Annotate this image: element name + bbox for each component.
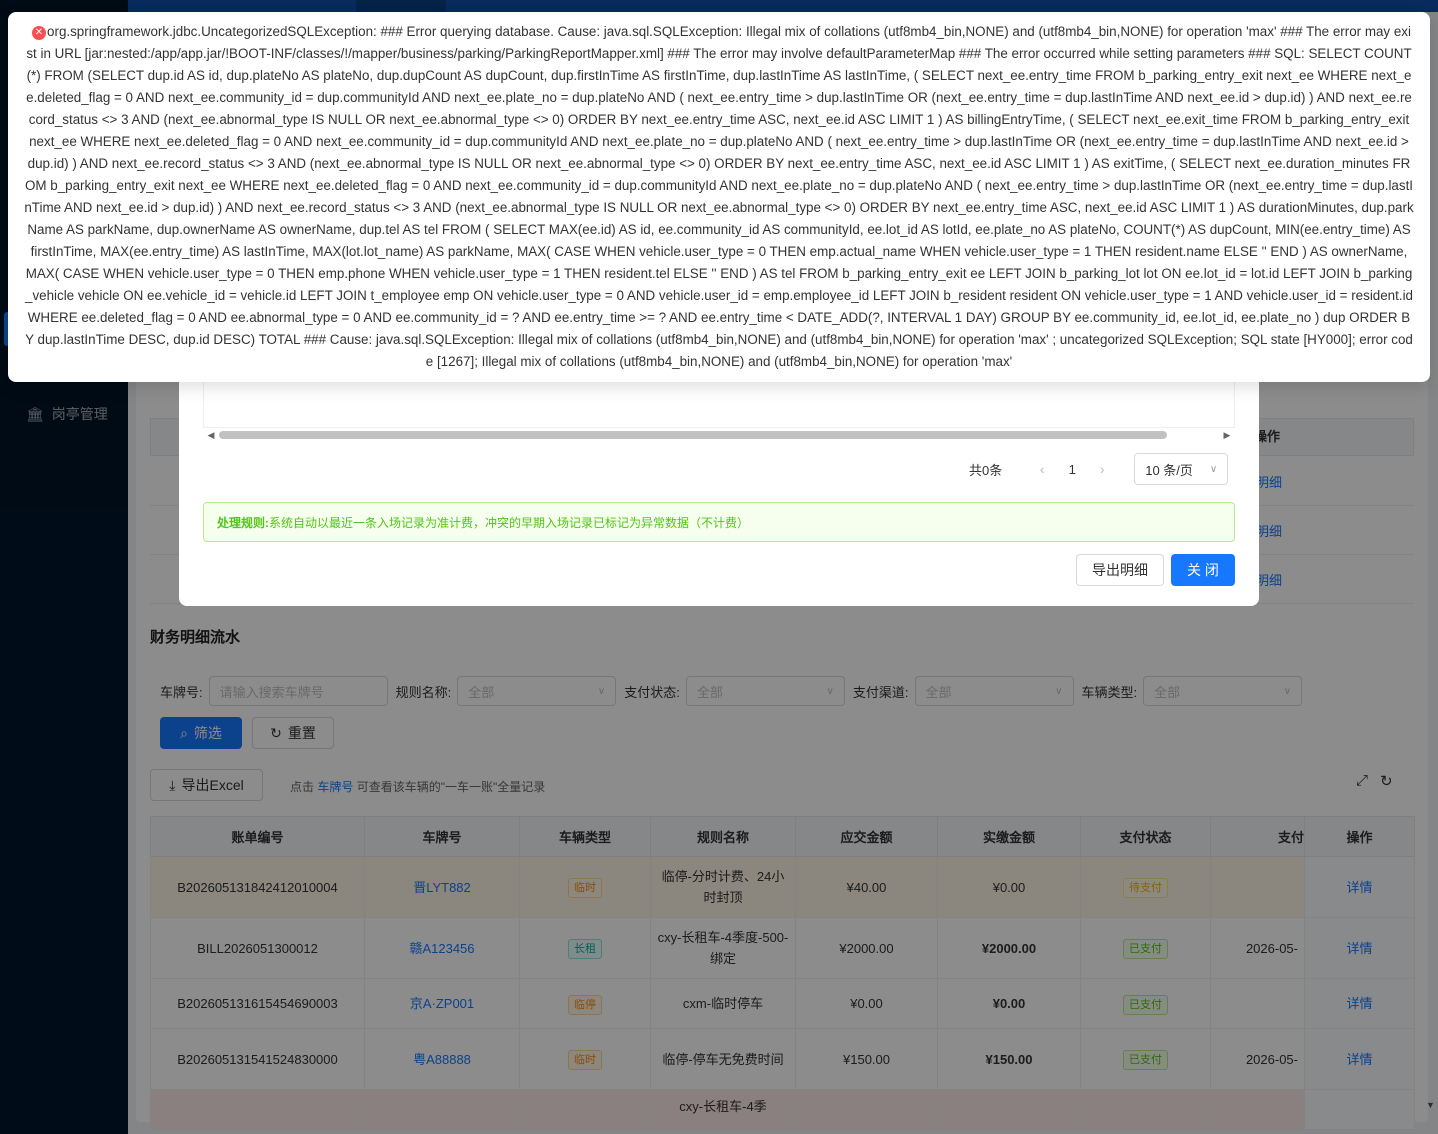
rule-notice: 处理规则: 系统自动以最近一条入场记录为准计费，冲突的早期入场记录已标记为异常数… [203, 502, 1235, 542]
page-number[interactable]: 1 [1058, 462, 1086, 477]
prev-page-icon[interactable]: ‹ [1026, 461, 1058, 477]
pagination: 共0条 ‹ 1 › 10 条/页 ∨ [969, 453, 1229, 485]
page-size-value: 10 条/页 [1145, 462, 1193, 478]
rule-notice-text: 系统自动以最近一条入场记录为准计费，冲突的早期入场记录已标记为异常数据（不计费） [269, 515, 750, 530]
page-size-select[interactable]: 10 条/页 ∨ [1134, 453, 1229, 485]
pagination-total: 共0条 [969, 462, 1003, 478]
export-detail-label: 导出明细 [1092, 562, 1148, 578]
close-button[interactable]: 关 闭 [1171, 554, 1235, 586]
error-message-toast: ✕ org.springframework.jdbc.Uncategorized… [8, 12, 1430, 382]
next-page-icon[interactable]: › [1086, 461, 1118, 477]
error-close-circle-icon: ✕ [32, 26, 46, 40]
chevron-down-icon: ∨ [1209, 463, 1218, 475]
modal-table-body [203, 380, 1235, 428]
scroll-right-arrow[interactable]: ▶ [1219, 430, 1235, 441]
error-message-text: org.springframework.jdbc.UncategorizedSQ… [24, 24, 1414, 369]
rule-notice-label: 处理规则: [217, 515, 269, 530]
scroll-left-arrow[interactable]: ◀ [203, 430, 219, 441]
scroll-track[interactable] [219, 431, 1219, 439]
close-button-label: 关 闭 [1187, 562, 1219, 578]
scroll-thumb[interactable] [219, 431, 1167, 439]
modal-horizontal-scrollbar[interactable]: ◀ ▶ [203, 428, 1235, 442]
export-detail-button[interactable]: 导出明细 [1076, 554, 1164, 586]
